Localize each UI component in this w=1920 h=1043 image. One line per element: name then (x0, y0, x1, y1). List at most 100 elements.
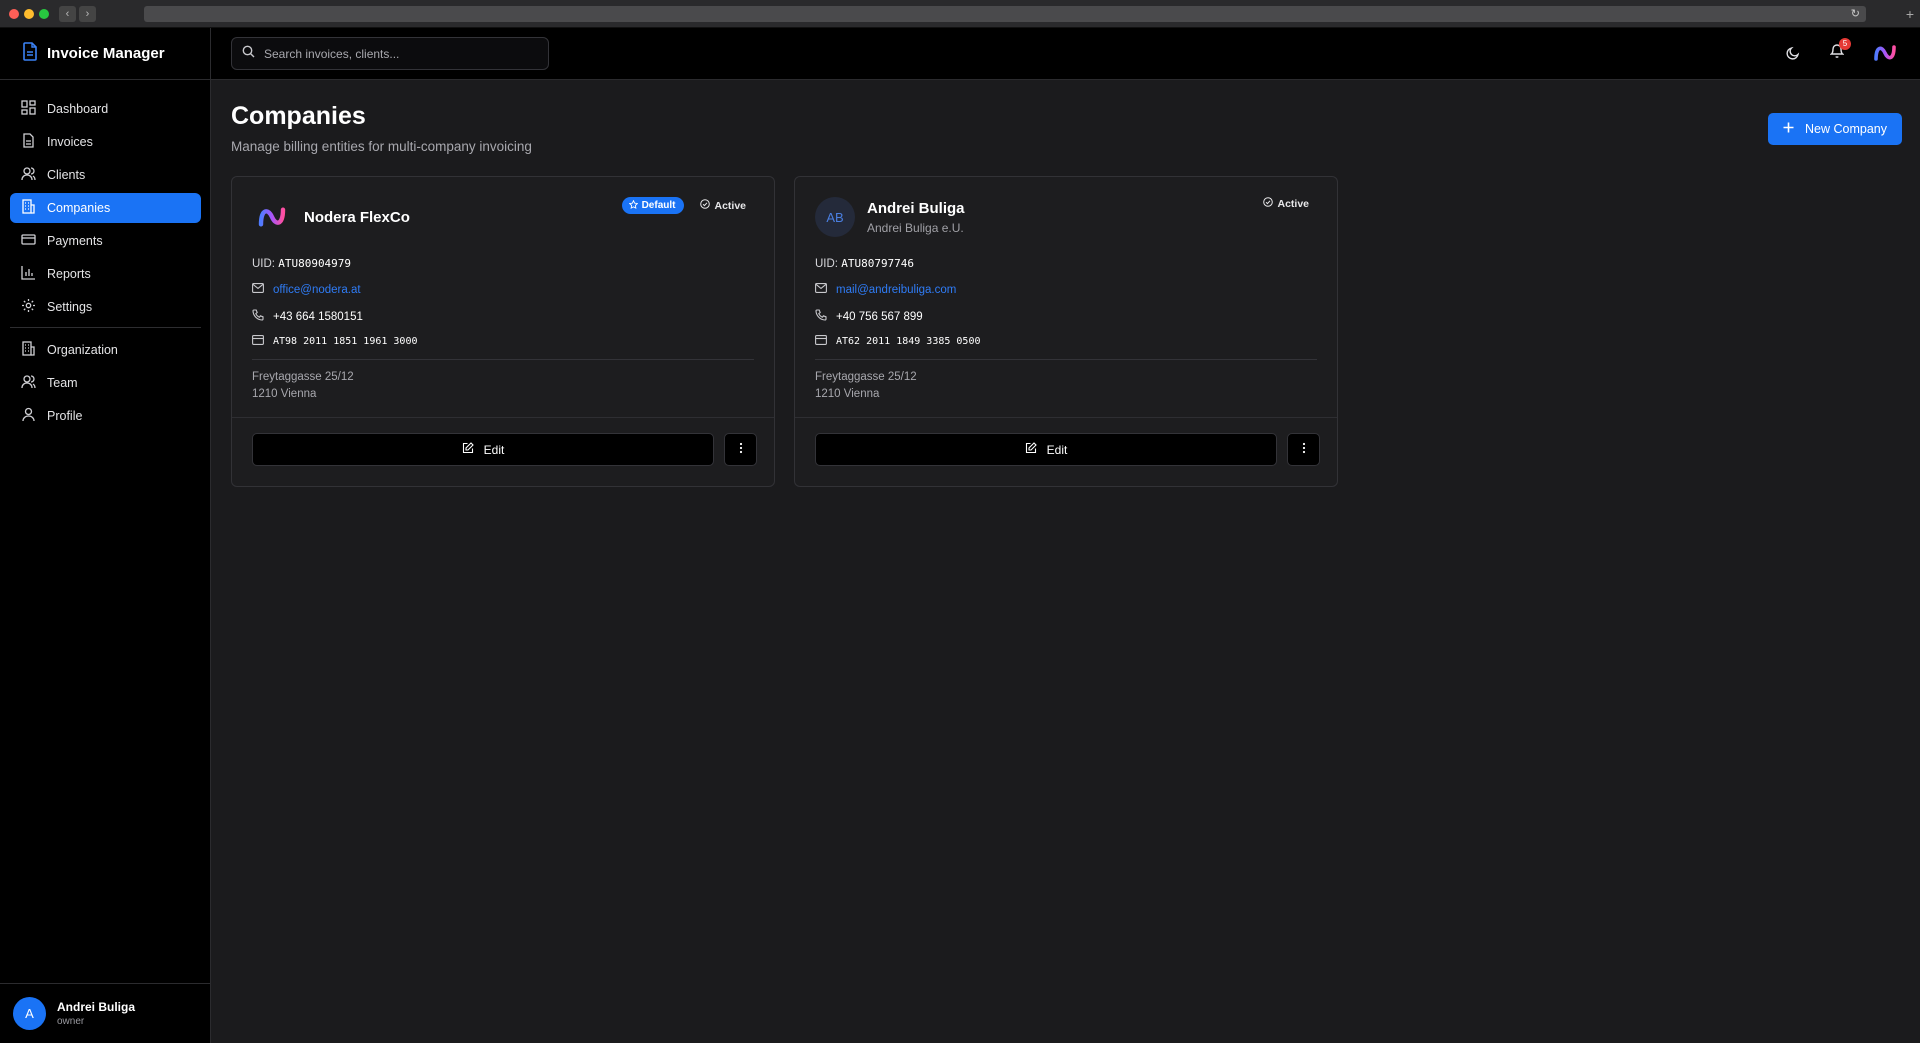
notification-badge: 5 (1839, 38, 1851, 50)
close-window-button[interactable] (9, 9, 19, 19)
uid-label: UID: (252, 258, 275, 270)
phone-icon (252, 309, 264, 324)
sidebar-item-organization[interactable]: Organization (10, 335, 201, 365)
maximize-window-button[interactable] (39, 9, 49, 19)
uid-value: ATU80904979 (278, 257, 352, 270)
more-vertical-icon (1302, 441, 1306, 459)
sidebar-item-label: Organization (47, 343, 118, 357)
sidebar-item-label: Settings (47, 300, 93, 314)
company-address: Freytaggasse 25/12 1210 Vienna (815, 369, 917, 402)
sidebar-item-companies[interactable]: Companies (10, 193, 201, 223)
company-logo-icon (252, 197, 292, 237)
user-name: Andrei Buliga (57, 1000, 136, 1014)
search-box (231, 37, 549, 70)
bar-chart-icon (21, 265, 36, 283)
sidebar-divider (10, 327, 201, 328)
user-role: owner (57, 1016, 85, 1027)
more-options-button[interactable] (1287, 433, 1320, 466)
edit-label: Edit (483, 442, 505, 457)
brand[interactable]: Invoice Manager (0, 28, 210, 80)
edit-company-button[interactable]: Edit (252, 433, 714, 466)
search-input[interactable] (264, 46, 534, 61)
new-tab-button[interactable]: + (1906, 6, 1914, 22)
status-badge: Active (1263, 197, 1309, 210)
company-card: Nodera FlexCo Default Active UID: ATU809… (231, 176, 775, 487)
company-email-row: office@nodera.at (252, 283, 361, 296)
card-footer-divider (795, 417, 1337, 418)
sidebar-item-reports[interactable]: Reports (10, 259, 201, 289)
sidebar-item-settings[interactable]: Settings (10, 292, 201, 322)
sidebar-item-label: Companies (47, 201, 111, 215)
browser-toolbar: ‹ › ↻ + (0, 0, 1920, 28)
user-menu[interactable]: A Andrei Buliga owner (0, 983, 210, 1043)
company-header: AB Andrei Buliga Andrei Buliga e.U. (815, 197, 965, 237)
more-vertical-icon (739, 441, 743, 459)
address-bar[interactable]: ↻ (144, 6, 1866, 22)
address-line-2: 1210 Vienna (252, 387, 317, 400)
sidebar-item-label: Profile (47, 409, 83, 423)
company-email-link[interactable]: mail@andreibuliga.com (836, 284, 956, 296)
default-badge-label: Default (641, 200, 676, 211)
avatar: A (13, 997, 46, 1030)
back-button[interactable]: ‹ (59, 6, 76, 22)
mail-icon (252, 283, 264, 296)
status-badge: Active (700, 199, 746, 212)
company-uid: UID: ATU80797746 (815, 257, 914, 270)
company-name: Nodera FlexCo (304, 208, 410, 226)
sidebar-item-dashboard[interactable]: Dashboard (10, 94, 201, 124)
company-uid: UID: ATU80904979 (252, 257, 351, 270)
edit-label: Edit (1046, 442, 1068, 457)
gear-icon (21, 298, 36, 316)
mail-icon (815, 283, 827, 296)
notifications-button[interactable]: 5 (1826, 38, 1851, 64)
company-iban-row: AT62 2011 1849 3385 0500 (815, 335, 981, 348)
moon-icon[interactable] (1782, 42, 1804, 64)
minimize-window-button[interactable] (24, 9, 34, 19)
company-iban: AT98 2011 1851 1961 3000 (273, 336, 418, 347)
user-icon (21, 407, 36, 425)
card-divider (252, 359, 754, 360)
topbar: 5 (211, 28, 1920, 80)
credit-card-icon (21, 232, 36, 250)
sidebar-item-invoices[interactable]: Invoices (10, 127, 201, 157)
forward-button[interactable]: › (79, 6, 96, 22)
users-icon (21, 166, 36, 184)
sidebar-item-clients[interactable]: Clients (10, 160, 201, 190)
sidebar-item-label: Payments (47, 234, 103, 248)
card-footer-divider (232, 417, 774, 418)
uid-label: UID: (815, 258, 838, 270)
edit-company-button[interactable]: Edit (815, 433, 1277, 466)
edit-icon (1025, 442, 1037, 457)
main-content: Companies Manage billing entities for mu… (211, 80, 1920, 1043)
company-phone-row: +40 756 567 899 (815, 309, 923, 324)
company-email-row: mail@andreibuliga.com (815, 283, 956, 296)
sidebar-item-label: Invoices (47, 135, 93, 149)
address-line-1: Freytaggasse 25/12 (815, 371, 917, 383)
check-circle-icon (700, 199, 711, 212)
company-badges: Active (1263, 197, 1309, 210)
company-email-link[interactable]: office@nodera.at (273, 284, 361, 296)
star-icon (628, 199, 638, 212)
credit-card-icon (815, 335, 827, 348)
sidebar-item-payments[interactable]: Payments (10, 226, 201, 256)
sidebar-item-team[interactable]: Team (10, 368, 201, 398)
address-line-2: 1210 Vienna (815, 387, 880, 400)
more-options-button[interactable] (724, 433, 757, 466)
building-icon (21, 199, 36, 217)
sidebar-nav: Dashboard Invoices Clients Companies Pay… (10, 94, 201, 434)
reload-icon[interactable]: ↻ (1851, 7, 1860, 20)
sidebar-item-profile[interactable]: Profile (10, 401, 201, 431)
status-label: Active (1277, 197, 1309, 210)
plus-icon (1783, 122, 1794, 136)
org-logo-icon[interactable] (1872, 42, 1898, 64)
users-icon (21, 374, 36, 392)
document-icon (22, 41, 39, 66)
new-company-label: New Company (1805, 122, 1887, 136)
building-icon (21, 341, 36, 359)
card-divider (815, 359, 1317, 360)
default-badge: Default (621, 197, 685, 214)
new-company-button[interactable]: New Company (1768, 113, 1902, 145)
company-name: Andrei Buliga (867, 199, 965, 217)
company-phone: +40 756 567 899 (836, 310, 923, 323)
company-badges: Default Active (621, 197, 746, 214)
